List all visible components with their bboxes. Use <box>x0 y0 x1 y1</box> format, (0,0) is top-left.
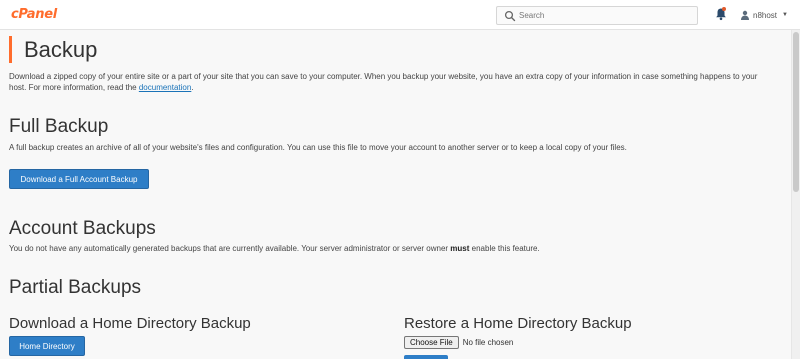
account-backups-text: You do not have any automatically genera… <box>9 244 451 253</box>
download-home-directory-heading: Download a Home Directory Backup <box>9 315 251 332</box>
full-backup-description: A full backup creates an archive of all … <box>9 143 627 152</box>
intro-text: Download a zipped copy of your entire si… <box>9 71 774 93</box>
search-input[interactable] <box>519 8 691 23</box>
search-box[interactable] <box>496 6 698 25</box>
account-backups-description: You do not have any automatically genera… <box>9 244 540 253</box>
top-bar: cPanel n8host ▼ <box>0 0 800 30</box>
search-icon <box>504 10 516 22</box>
account-backups-emphasis: must <box>450 244 470 253</box>
notification-dot <box>722 7 726 11</box>
upload-button-partial[interactable] <box>404 355 448 359</box>
intro-text-body: Download a zipped copy of your entire si… <box>9 72 758 92</box>
restore-home-directory-heading: Restore a Home Directory Backup <box>404 315 632 332</box>
page-title: Backup <box>9 36 97 63</box>
page-scrollbar[interactable] <box>791 30 800 359</box>
home-directory-button[interactable]: Home Directory <box>9 336 85 356</box>
file-upload-row: Choose File No file chosen <box>404 336 513 349</box>
user-menu[interactable]: n8host ▼ <box>740 8 788 22</box>
account-backups-heading: Account Backups <box>9 218 156 239</box>
cpanel-logo[interactable]: cPanel <box>11 7 57 22</box>
choose-file-button[interactable]: Choose File <box>404 336 459 349</box>
user-icon <box>741 10 749 20</box>
scrollbar-thumb[interactable] <box>793 32 799 192</box>
caret-down-icon: ▼ <box>782 12 788 18</box>
download-full-backup-button[interactable]: Download a Full Account Backup <box>9 169 149 189</box>
account-backups-text-end: enable this feature. <box>469 244 540 253</box>
intro-text-end: . <box>191 83 194 92</box>
no-file-chosen-text: No file chosen <box>462 338 514 347</box>
documentation-link[interactable]: documentation <box>139 83 191 92</box>
username: n8host <box>753 10 778 20</box>
partial-backups-heading: Partial Backups <box>9 277 142 298</box>
full-backup-heading: Full Backup <box>9 116 109 137</box>
